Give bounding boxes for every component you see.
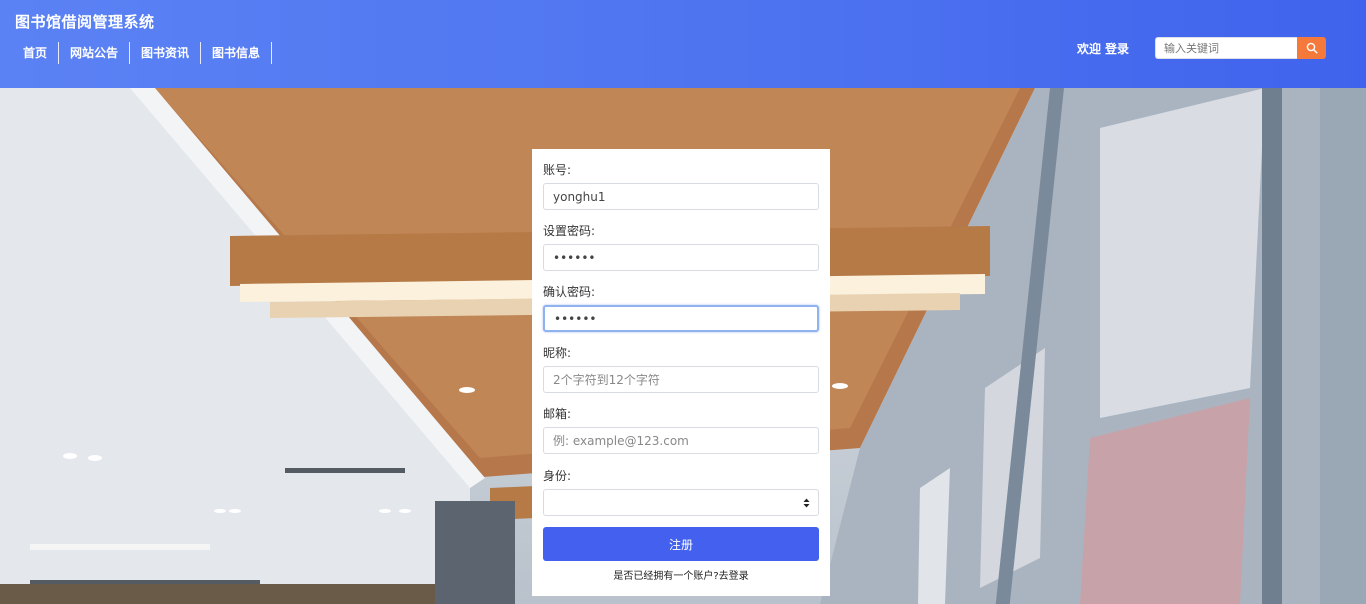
nickname-input[interactable] bbox=[543, 366, 819, 393]
role-select[interactable] bbox=[543, 489, 819, 516]
go-to-login-link[interactable]: 是否已经拥有一个账户?去登录 bbox=[532, 567, 830, 582]
confirm-password-input[interactable] bbox=[543, 305, 819, 332]
register-form: 账号: 设置密码: 确认密码: 昵称: 邮箱: 身份: 注册 是否已经拥有一个账… bbox=[532, 149, 830, 596]
user-area: 欢迎 登录 bbox=[1077, 40, 1133, 57]
search-button[interactable] bbox=[1297, 37, 1326, 59]
top-header: 图书馆借阅管理系统 首页 网站公告 图书资讯 图书信息 欢迎 登录 bbox=[0, 0, 1366, 88]
register-button[interactable]: 注册 bbox=[543, 527, 819, 561]
email-label: 邮箱: bbox=[543, 407, 572, 421]
nav-item-announcements[interactable]: 网站公告 bbox=[59, 42, 131, 64]
search-input[interactable] bbox=[1155, 37, 1297, 59]
nickname-label: 昵称: bbox=[543, 346, 572, 360]
site-title: 图书馆借阅管理系统 bbox=[15, 13, 155, 31]
nav-item-home[interactable]: 首页 bbox=[12, 42, 60, 64]
password-input[interactable] bbox=[543, 244, 819, 271]
confirm-password-label: 确认密码: bbox=[543, 285, 596, 299]
select-arrows-icon bbox=[803, 498, 810, 507]
main-nav: 首页 网站公告 图书资讯 图书信息 bbox=[12, 42, 273, 64]
search-bar bbox=[1155, 37, 1326, 59]
nav-item-book-info[interactable]: 图书信息 bbox=[201, 42, 273, 64]
search-icon bbox=[1306, 42, 1318, 54]
account-input[interactable] bbox=[543, 183, 819, 210]
email-input[interactable] bbox=[543, 427, 819, 454]
welcome-text: 欢迎 bbox=[1077, 42, 1102, 56]
login-link[interactable]: 登录 bbox=[1105, 42, 1129, 56]
nav-item-book-news[interactable]: 图书资讯 bbox=[130, 42, 202, 64]
account-label: 账号: bbox=[543, 163, 572, 177]
password-label: 设置密码: bbox=[543, 224, 596, 238]
role-label: 身份: bbox=[543, 469, 572, 483]
